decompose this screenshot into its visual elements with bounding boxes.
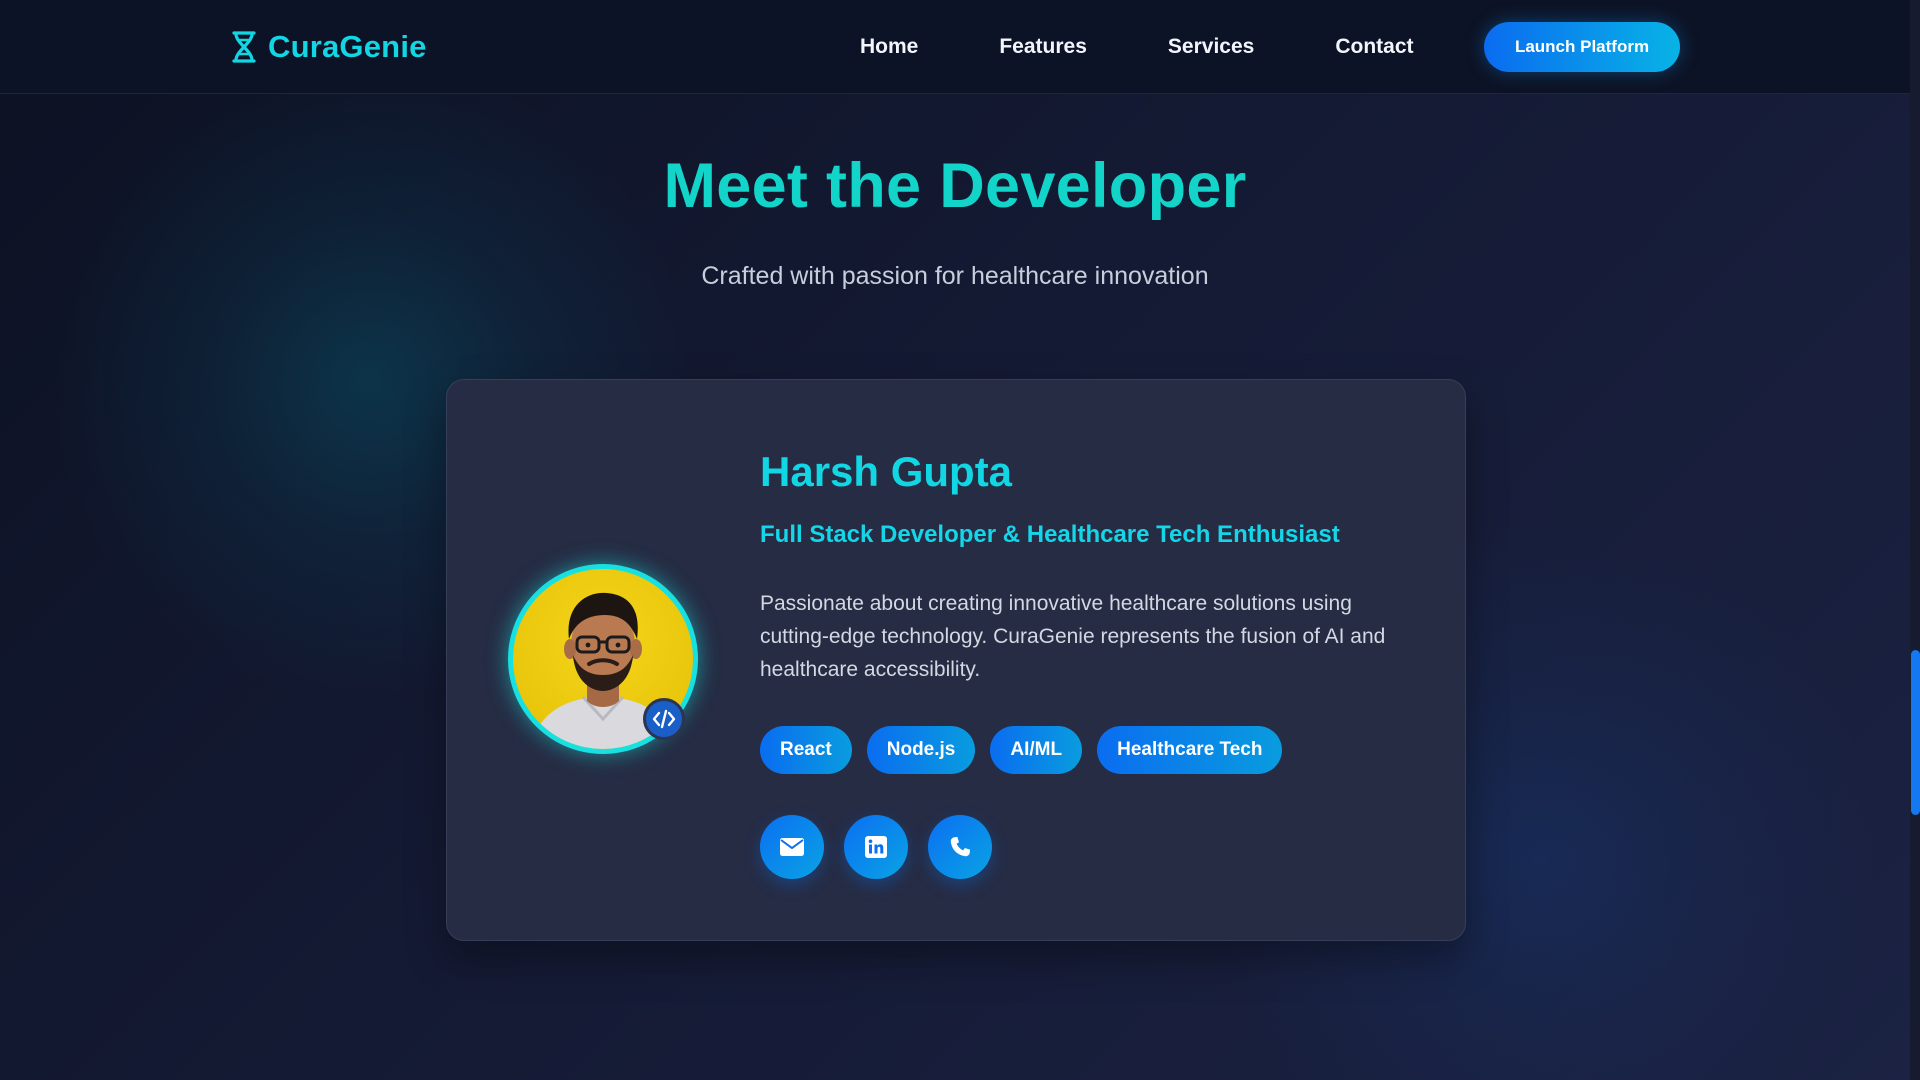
scrollbar-thumb[interactable] bbox=[1911, 650, 1920, 815]
section-title: Meet the Developer bbox=[663, 151, 1247, 221]
skill-tag-aiml: AI/ML bbox=[990, 726, 1083, 774]
nav-home[interactable]: Home bbox=[860, 35, 918, 59]
dna-icon bbox=[232, 31, 256, 63]
email-button[interactable] bbox=[760, 815, 824, 879]
linkedin-button[interactable] bbox=[844, 815, 908, 879]
section-subtitle: Crafted with passion for healthcare inno… bbox=[701, 262, 1209, 290]
brand-logo[interactable]: CuraGenie bbox=[230, 28, 427, 66]
skill-tag-react: React bbox=[760, 726, 852, 774]
launch-platform-button[interactable]: Launch Platform bbox=[1484, 22, 1680, 72]
nav-links: Home Features Services Contact bbox=[860, 32, 1414, 62]
developer-bio: Passionate about creating innovative hea… bbox=[760, 592, 1386, 681]
skill-tag-healthcare-tech: Healthcare Tech bbox=[1097, 726, 1283, 774]
brand-name: CuraGenie bbox=[268, 29, 427, 64]
scrollbar-track[interactable] bbox=[1910, 0, 1920, 1080]
phone-button[interactable] bbox=[928, 815, 992, 879]
developer-name: Harsh Gupta bbox=[760, 448, 1013, 495]
navbar: CuraGenie Home Features Services Contact… bbox=[0, 0, 1910, 94]
code-icon bbox=[643, 698, 685, 740]
skill-tag-nodejs: Node.js bbox=[866, 726, 976, 774]
nav-contact[interactable]: Contact bbox=[1335, 35, 1413, 59]
nav-services[interactable]: Services bbox=[1168, 35, 1254, 59]
developer-role: Full Stack Developer & Healthcare Tech E… bbox=[760, 521, 1340, 548]
page: CuraGenie Home Features Services Contact… bbox=[0, 0, 1920, 1080]
nav-features[interactable]: Features bbox=[999, 35, 1087, 59]
contact-buttons bbox=[760, 815, 992, 879]
skill-tags: React Node.js AI/ML Healthcare Tech bbox=[760, 726, 1283, 774]
envelope-icon bbox=[780, 838, 804, 856]
linkedin-icon bbox=[865, 836, 887, 858]
phone-icon bbox=[950, 837, 970, 857]
